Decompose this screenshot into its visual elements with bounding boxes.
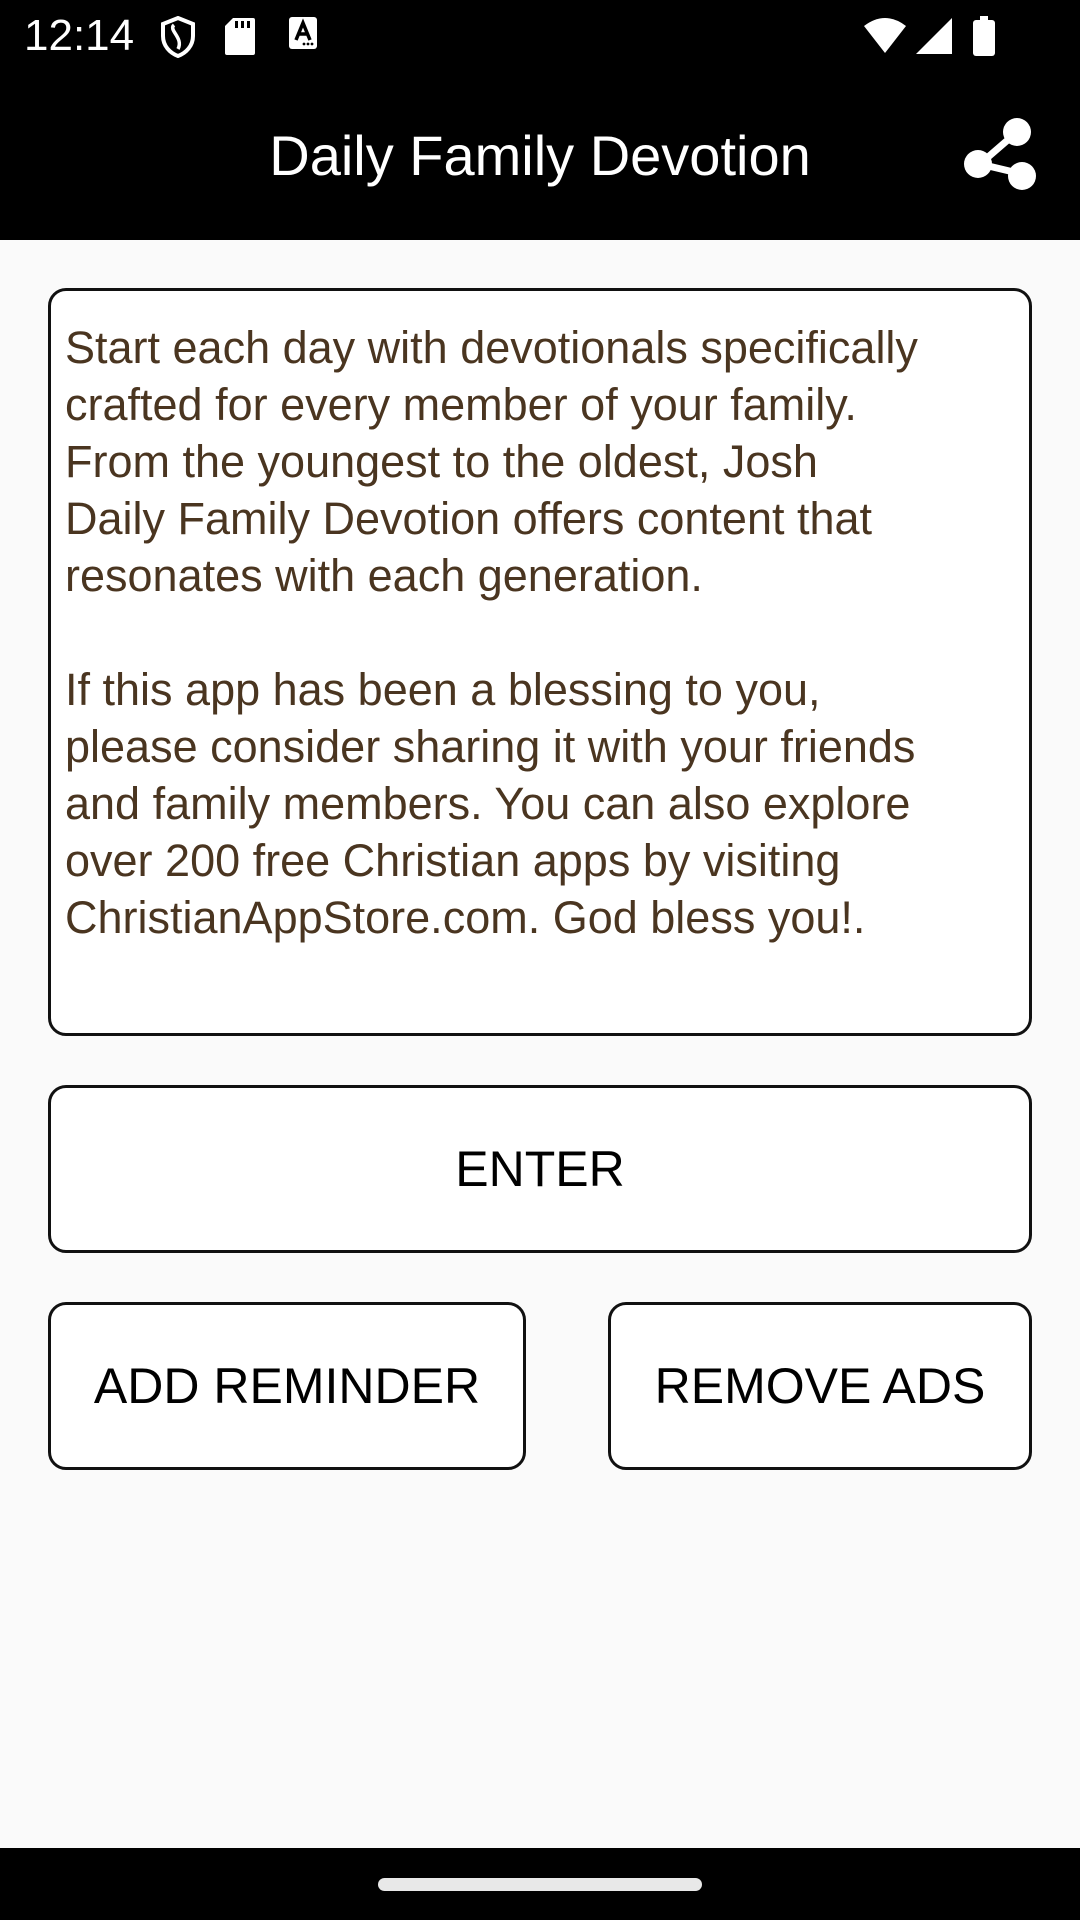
- app-title: Daily Family Devotion: [269, 124, 811, 187]
- share-icon: [964, 118, 1036, 190]
- battery-icon: [972, 16, 996, 63]
- enter-button[interactable]: ENTER: [48, 1085, 1032, 1253]
- wifi-icon: [862, 16, 908, 61]
- home-gesture-handle[interactable]: [378, 1878, 702, 1891]
- add-reminder-button[interactable]: ADD REMINDER: [48, 1302, 526, 1470]
- description-text: Start each day with devotionals specific…: [48, 288, 1032, 1036]
- status-bar: 12:14: [0, 0, 1080, 72]
- shield-icon: [160, 15, 196, 63]
- remove-ads-button[interactable]: REMOVE ADS: [608, 1302, 1032, 1470]
- status-time: 12:14: [24, 11, 135, 60]
- app-bar: Daily Family Devotion: [0, 72, 1080, 240]
- signal-icon: [914, 16, 954, 61]
- navigation-bar: [0, 1848, 1080, 1920]
- text-a-icon: [288, 16, 318, 55]
- share-button[interactable]: [940, 102, 1050, 212]
- sd-card-icon: [224, 16, 256, 61]
